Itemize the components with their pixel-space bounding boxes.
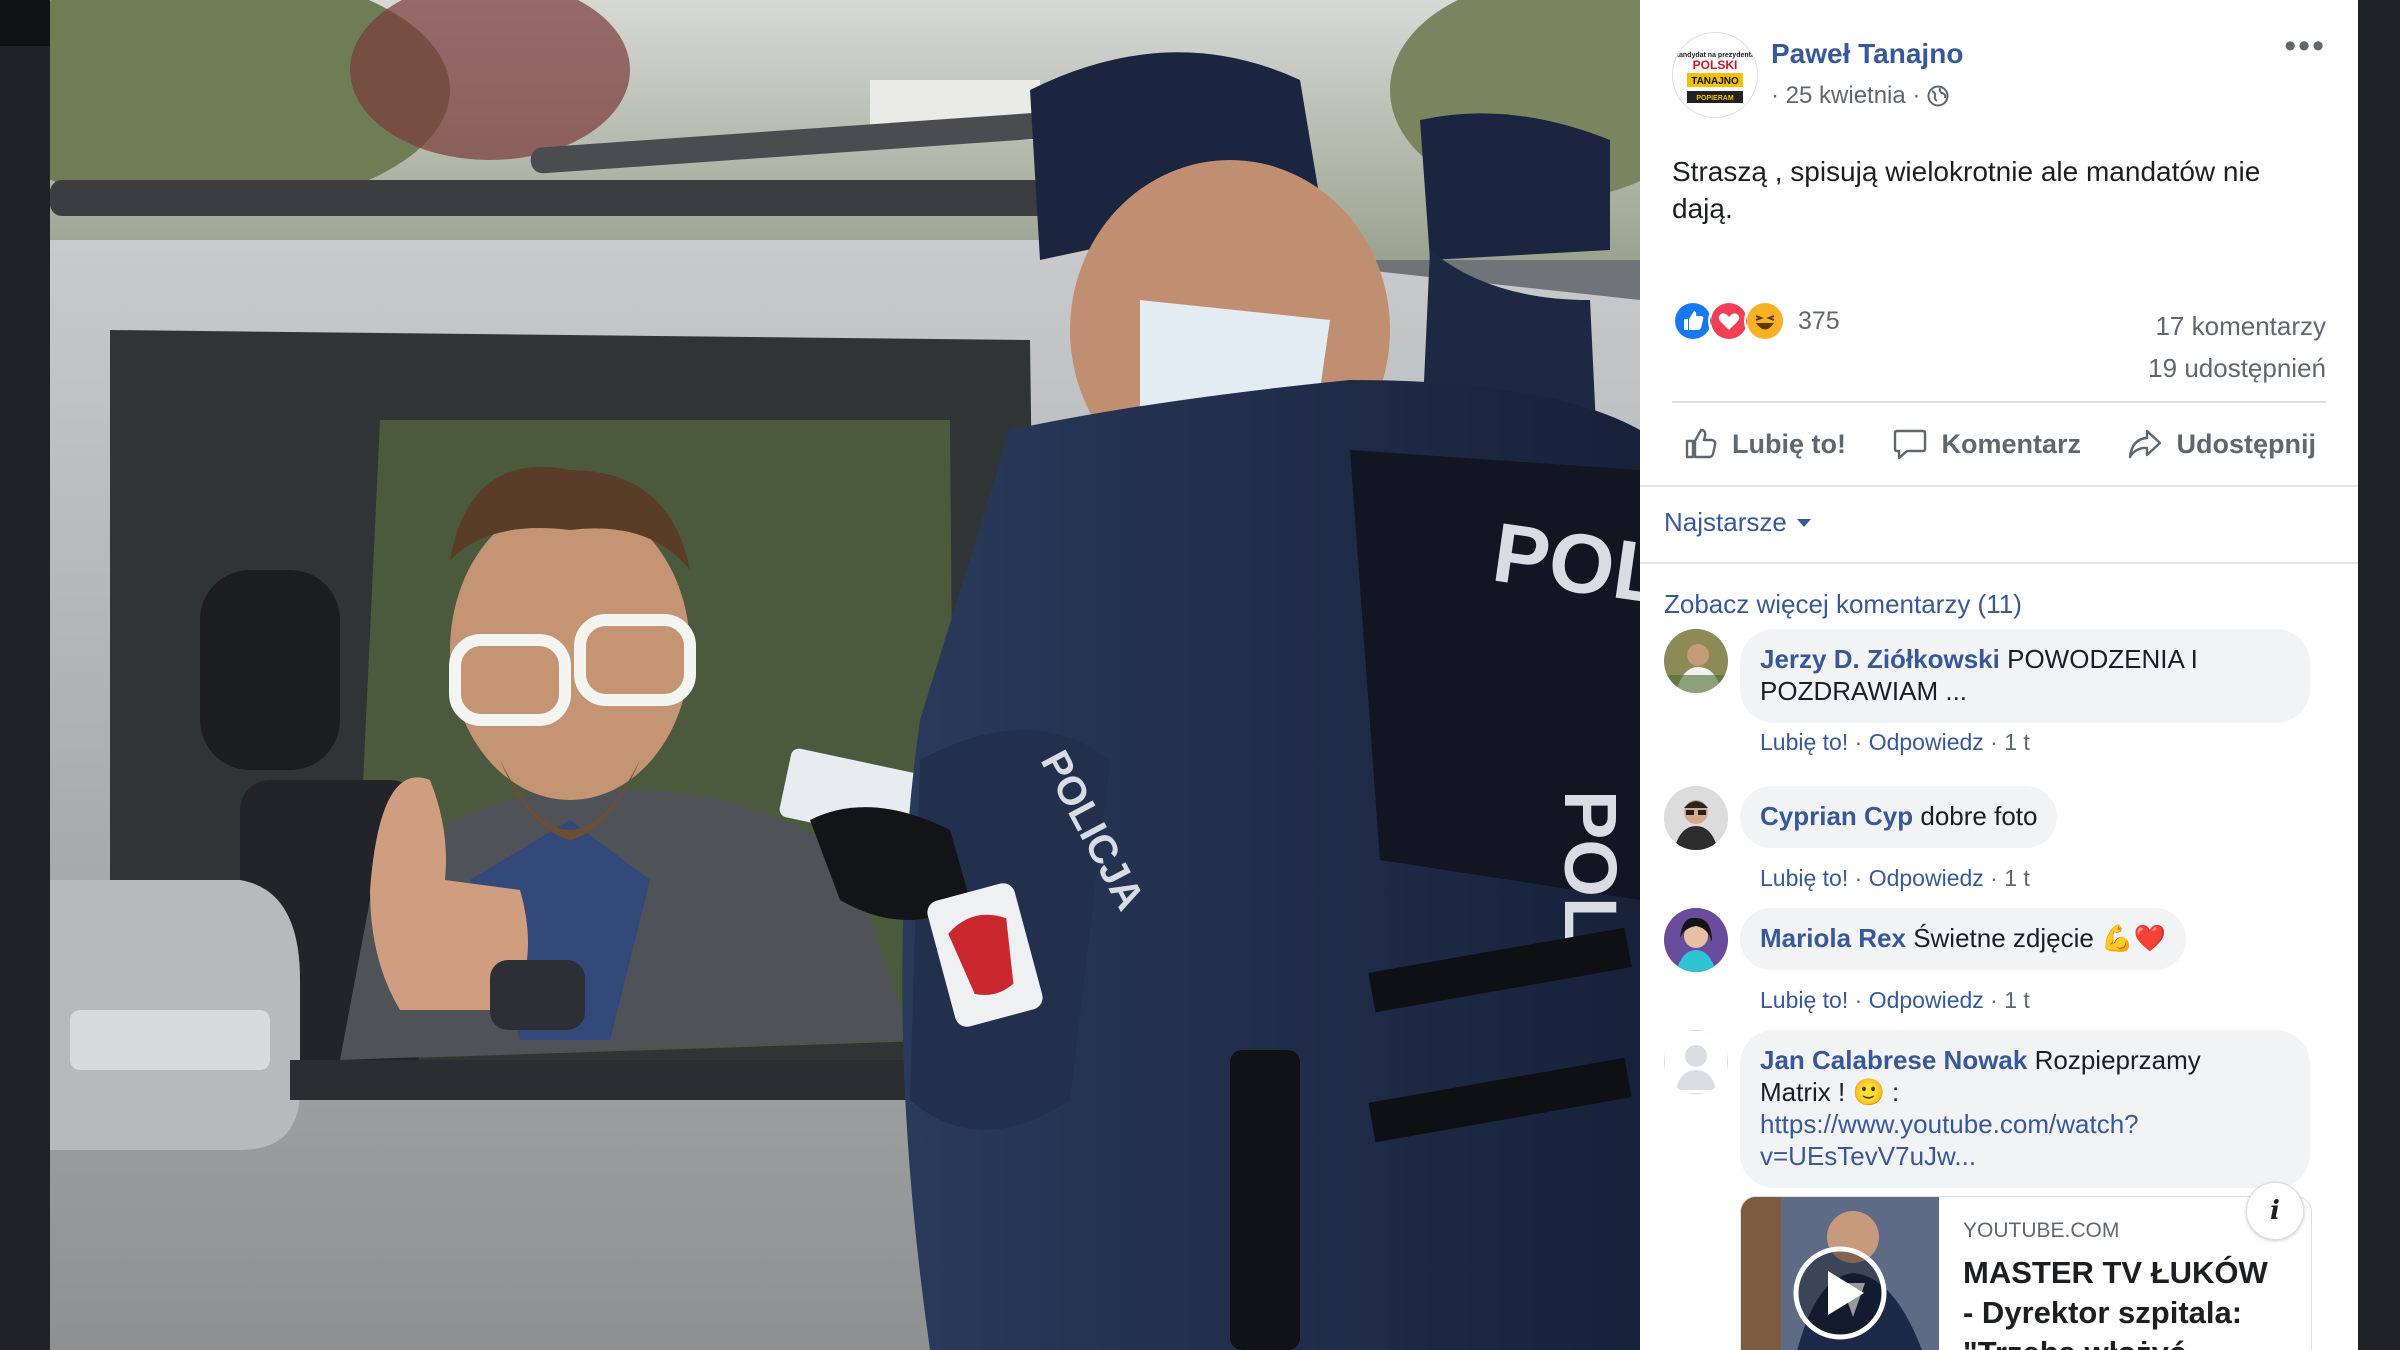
divider <box>1640 485 2358 487</box>
comment-link-continued[interactable]: v=UEsTevV7uJw... <box>1760 1141 1976 1171</box>
comment-actions: Lubię to! · Odpowiedz · 1 t <box>1760 987 2030 1013</box>
commenter-name[interactable]: Jerzy D. Ziółkowski <box>1760 644 2000 674</box>
comment-text: dobre foto <box>1920 801 2038 831</box>
comment-reply-link[interactable]: Odpowiedz <box>1869 729 1984 755</box>
comment-actions: Lubię to! · Odpowiedz · 1 t <box>1760 729 2030 755</box>
page-logo-image: kandydat na prezydenta POLSKI TANAJNO PO… <box>1673 33 1757 117</box>
haha-icon <box>1744 300 1786 342</box>
see-more-comments-link[interactable]: Zobacz więcej komentarzy (11) <box>1664 589 2022 620</box>
divider <box>1672 401 2326 403</box>
more-options-button[interactable]: ••• <box>2284 29 2326 63</box>
reactions-summary[interactable]: 375 <box>1672 300 1840 342</box>
post-text: Straszą , spisują wielokrotnie ale manda… <box>1672 156 2261 224</box>
background-right-edge <box>2358 0 2400 1350</box>
comment-link[interactable]: https://www.youtube.com/watch? <box>1760 1109 2139 1139</box>
share-label: Udostępnij <box>2176 428 2316 459</box>
comment-bubble: Jerzy D. Ziółkowski POWODZENIA I POZDRAW… <box>1740 629 2310 723</box>
default-avatar-icon <box>1664 1030 1728 1094</box>
link-preview-card[interactable]: YOUTUBE.COM MASTER TV ŁUKÓW - Dyrektor s… <box>1740 1196 2312 1350</box>
divider <box>1640 562 2358 564</box>
sort-label: Najstarsze <box>1664 507 1787 537</box>
comment-reply-link[interactable]: Odpowiedz <box>1869 987 1984 1013</box>
comment-button[interactable]: Komentarz <box>1881 425 2091 463</box>
commenter-name[interactable]: Jan Calabrese Nowak <box>1760 1045 2027 1075</box>
video-thumbnail[interactable] <box>1741 1197 1939 1350</box>
commenter-avatar[interactable] <box>1664 908 1728 972</box>
comment-actions: Lubię to! · Odpowiedz · 1 t <box>1760 865 2030 891</box>
share-button[interactable]: Udostępnij <box>2116 425 2326 463</box>
comment-like-link[interactable]: Lubię to! <box>1760 729 1848 755</box>
comment-label: Komentarz <box>1941 428 2081 459</box>
like-button[interactable]: Lubię to! <box>1672 425 1856 463</box>
svg-text:POPIERAM: POPIERAM <box>1696 95 1734 102</box>
comment-time[interactable]: 1 t <box>2004 987 2030 1013</box>
thumbs-up-icon <box>1685 428 1717 459</box>
commenter-name[interactable]: Mariola Rex <box>1760 923 1906 953</box>
svg-text:TANAJNO: TANAJNO <box>1691 76 1739 87</box>
post-photo[interactable]: POLI POL POLICJA <box>50 0 1640 1350</box>
vest-side-text: POL <box>1549 790 1632 942</box>
commenter-avatar[interactable] <box>1664 629 1728 693</box>
comment-like-link[interactable]: Lubię to! <box>1760 987 1848 1013</box>
commenter-name[interactable]: Cyprian Cyp <box>1760 801 1913 831</box>
comment-text-line2: POZDRAWIAM ... <box>1760 676 1968 706</box>
comments-count[interactable]: 17 komentarzy <box>2148 305 2326 347</box>
share-icon <box>2129 429 2162 459</box>
comment-bubble: Cyprian Cyp dobre foto <box>1740 786 2058 848</box>
reactions-count: 375 <box>1798 306 1840 335</box>
comment-bubble: Jan Calabrese Nowak Rozpieprzamy Matrix … <box>1740 1030 2310 1188</box>
comment-reply-link[interactable]: Odpowiedz <box>1869 865 1984 891</box>
commenter-avatar[interactable] <box>1664 1030 1728 1094</box>
engagement-counts: 17 komentarzy 19 udostępnień <box>2148 305 2326 389</box>
comment-bubble: Mariola Rex Świetne zdjęcie 💪❤️ <box>1740 908 2186 970</box>
comment-time[interactable]: 1 t <box>2004 729 2030 755</box>
comment-text-line2: Matrix ! 🙂 : <box>1760 1077 1900 1107</box>
page-avatar[interactable]: kandydat na prezydenta POLSKI TANAJNO PO… <box>1672 32 1758 118</box>
shares-count[interactable]: 19 udostępnień <box>2148 347 2326 389</box>
post-date[interactable]: · 25 kwietnia · <box>1771 82 1920 110</box>
comment-text: Rozpieprzamy <box>2034 1045 2201 1075</box>
post-author[interactable]: Paweł Tanajno <box>1771 38 1963 70</box>
post-meta: · 25 kwietnia · <box>1771 82 1950 110</box>
comment-text: Świetne zdjęcie 💪❤️ <box>1913 923 2166 953</box>
comment-sort-dropdown[interactable]: Najstarsze <box>1664 507 1811 538</box>
comment-icon <box>1894 429 1927 460</box>
caret-down-icon <box>1796 518 1811 527</box>
commenter-avatar[interactable] <box>1664 786 1728 850</box>
globe-icon <box>1927 85 1949 107</box>
post-actions: Lubię to! Komentarz Udostępnij <box>1672 412 2326 476</box>
info-icon[interactable]: i <box>2246 1182 2304 1240</box>
link-title[interactable]: MASTER TV ŁUKÓW - Dyrektor szpitala: "Tr… <box>1963 1253 2283 1350</box>
comment-text: POWODZENIA I <box>2007 644 2198 674</box>
comment-time[interactable]: 1 t <box>2004 865 2030 891</box>
post-panel: kandydat na prezydenta POLSKI TANAJNO PO… <box>1640 0 2358 1350</box>
link-source: YOUTUBE.COM <box>1963 1219 2120 1242</box>
photo-illustration: POLI POL POLICJA <box>50 0 1640 1350</box>
svg-text:POLSKI: POLSKI <box>1693 58 1738 72</box>
like-label: Lubię to! <box>1732 428 1846 459</box>
comment-like-link[interactable]: Lubię to! <box>1760 865 1848 891</box>
